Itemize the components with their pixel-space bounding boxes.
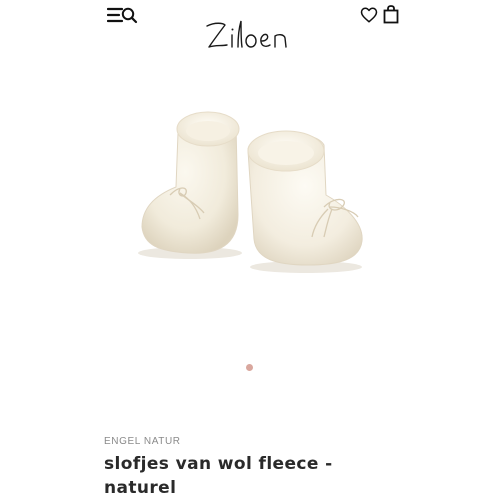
product-brand[interactable]: ENGEL NATUR [104, 436, 181, 447]
search-icon [121, 7, 138, 24]
menu-icon [106, 7, 138, 24]
product-image[interactable] [128, 95, 372, 285]
product-title: slofjes van wol fleece - naturel [104, 452, 404, 500]
site-logo[interactable] [201, 14, 301, 54]
shopping-bag-icon [383, 5, 399, 24]
wishlist-button[interactable] [360, 6, 378, 24]
menu-search-button[interactable] [106, 6, 139, 26]
cart-button[interactable] [383, 5, 399, 24]
product-title-line1: slofjes van wol fleece - [104, 454, 333, 474]
heart-icon [360, 7, 378, 23]
wool-booties-image [138, 111, 363, 273]
site-header [0, 0, 500, 62]
ziloen-logo [206, 20, 287, 48]
product-title-line2: naturel [104, 478, 177, 498]
carousel-dot-active[interactable] [246, 364, 253, 371]
